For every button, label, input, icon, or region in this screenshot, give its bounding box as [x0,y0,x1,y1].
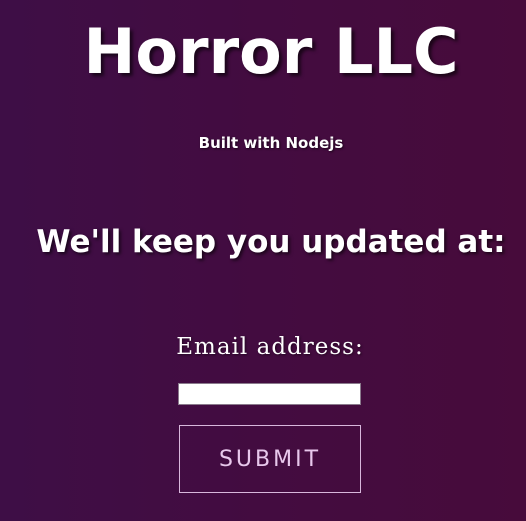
updates-heading: We'll keep you updated at: [36,224,506,260]
email-label: Email address: [176,334,364,360]
subtitle: Built with Nodejs [198,134,344,152]
submit-button[interactable]: SUBMIT [179,425,361,493]
page-title: Horror LLC [83,15,459,88]
email-input[interactable] [178,383,361,405]
